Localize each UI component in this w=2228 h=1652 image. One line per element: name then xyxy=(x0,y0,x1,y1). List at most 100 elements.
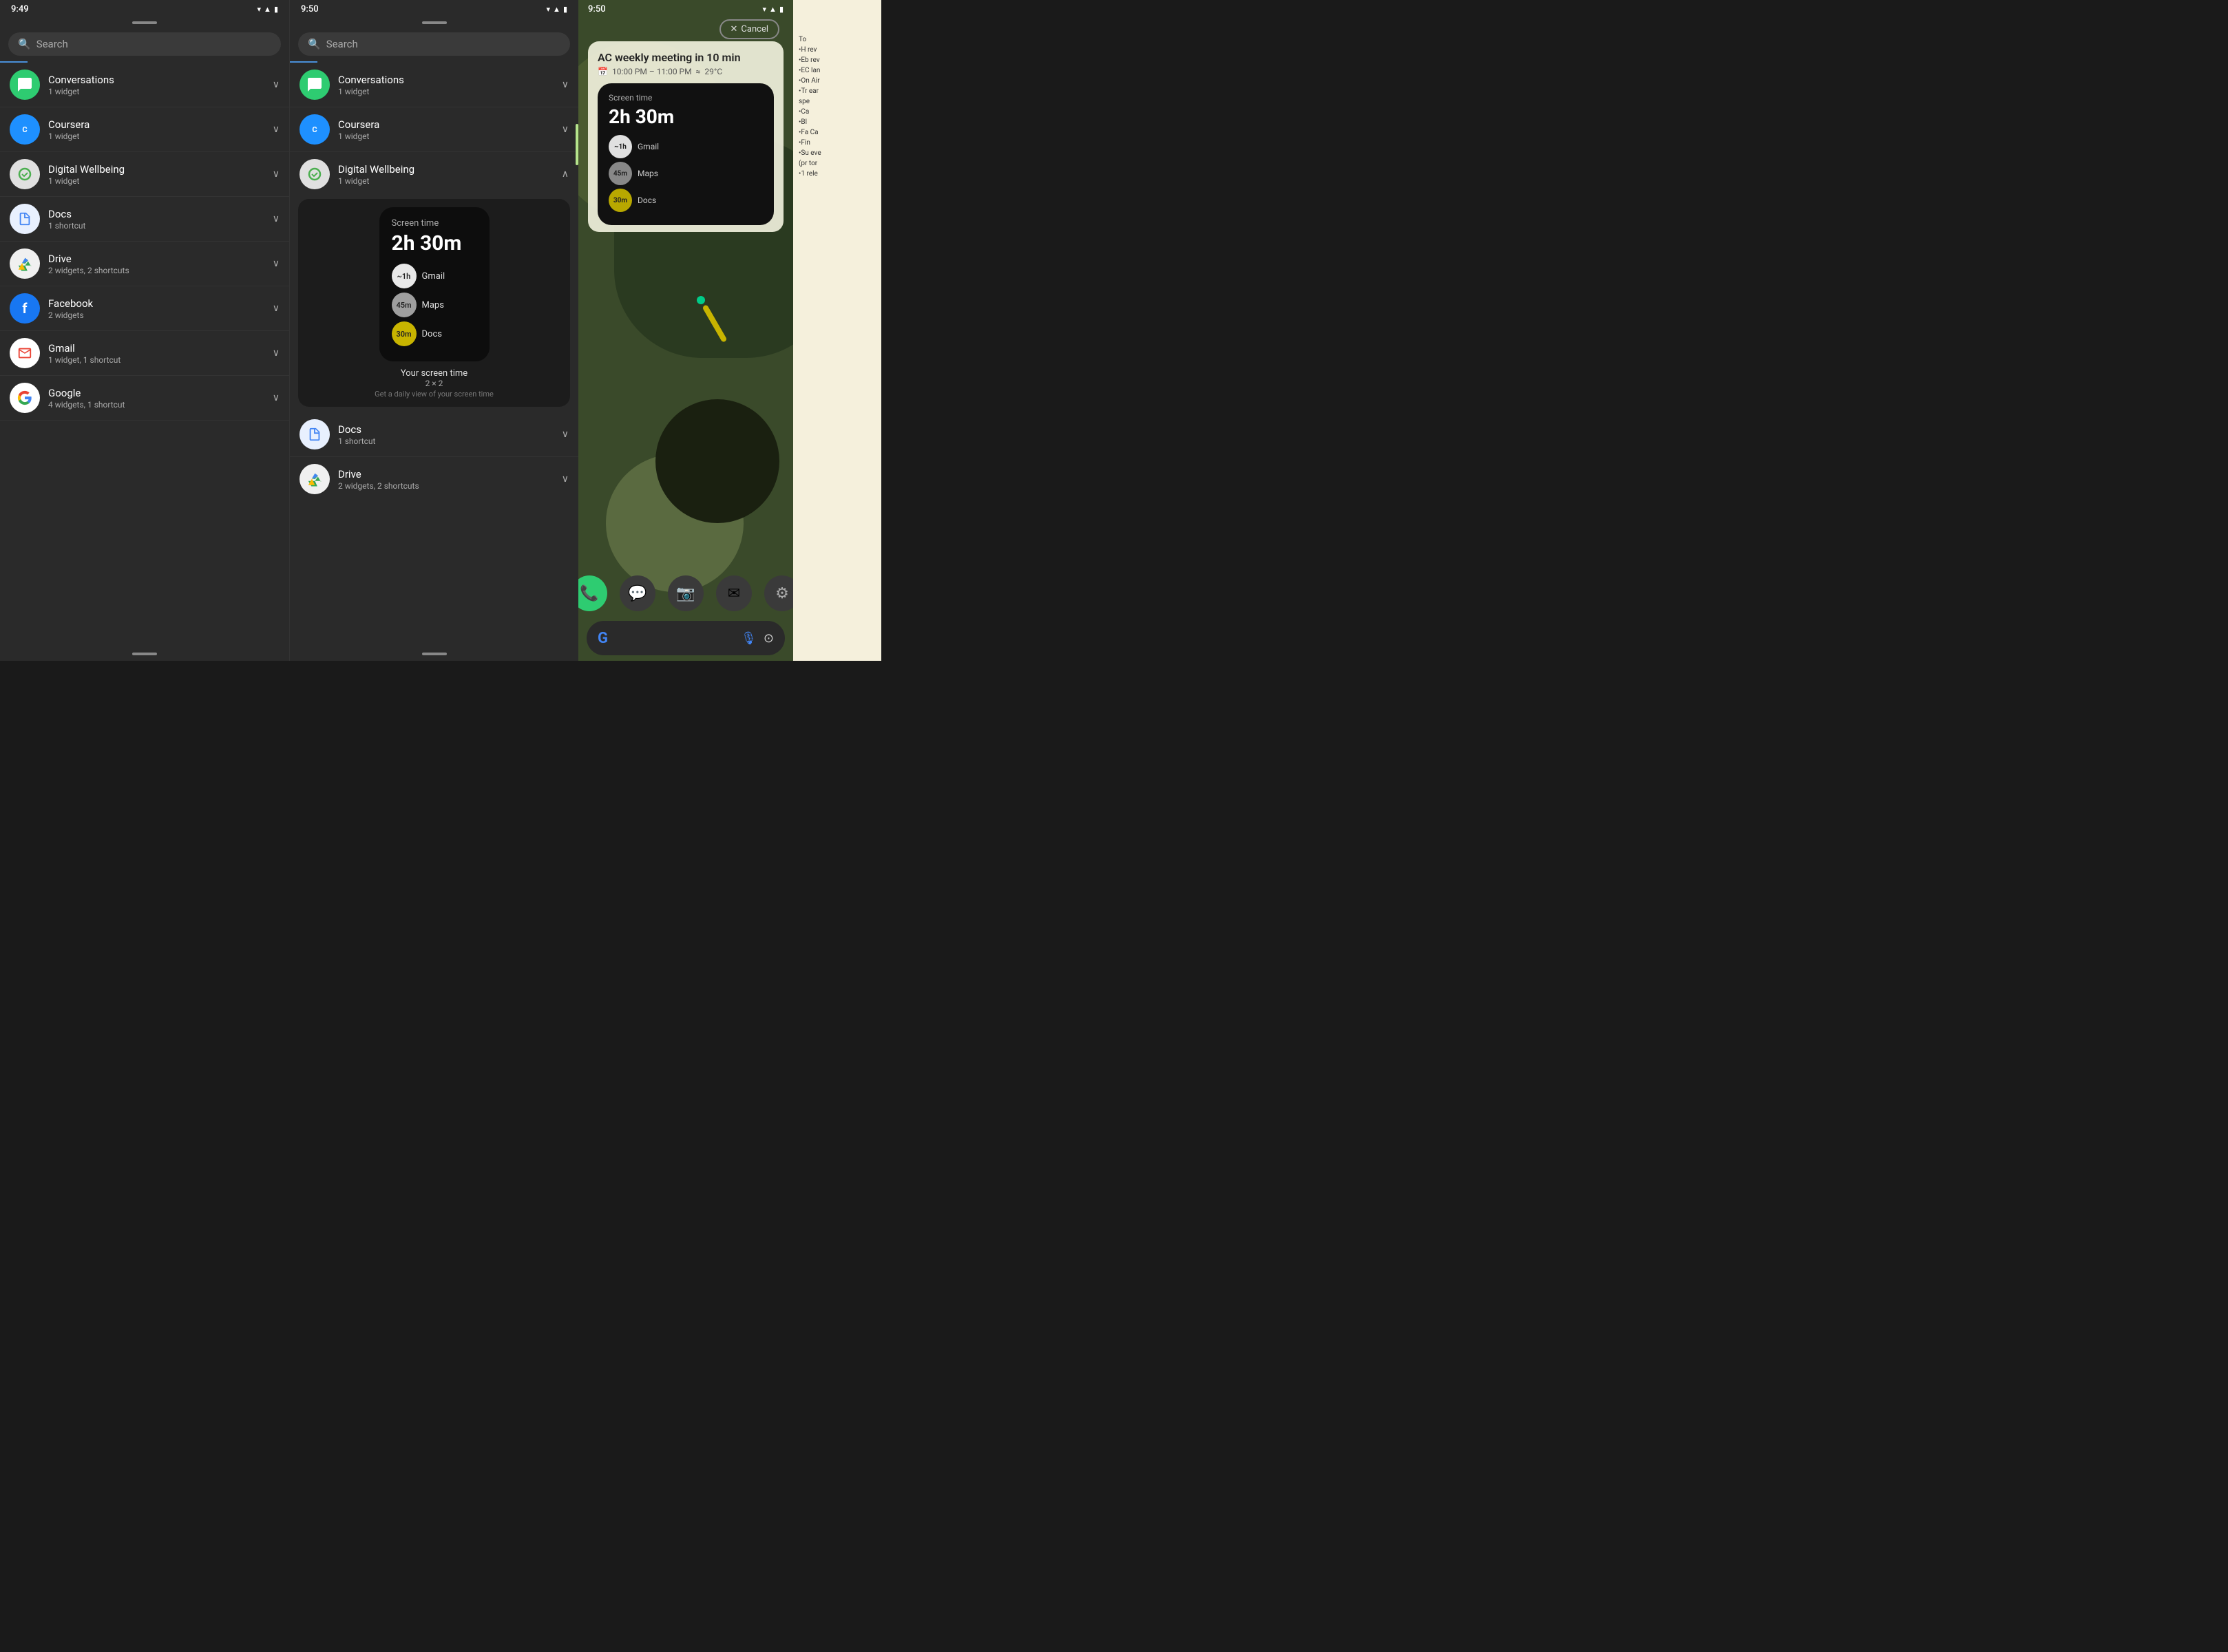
screen-time-value: 2h 30m xyxy=(392,231,477,255)
app-sub-conversations-2: 1 widget xyxy=(338,87,554,96)
time-bubble-docs: 30m xyxy=(392,321,417,346)
drag-indicator-bottom-2 xyxy=(422,653,447,655)
screen-time-label: Screen time xyxy=(392,218,477,229)
p3-name-docs: Docs xyxy=(638,195,656,205)
chevron-icon-coursera-2: ∨ xyxy=(562,124,569,135)
chevron-icon-drive-1: ∨ xyxy=(273,258,280,269)
chevron-up-icon-digitalwellbeing-2: ∧ xyxy=(562,169,569,180)
notes-line-7: spe xyxy=(799,96,876,107)
status-bar-3: 9:50 ▾ ▲ ▮ xyxy=(578,0,793,17)
search-bar-1[interactable]: 🔍 Search xyxy=(8,32,281,56)
notes-line-13: (pr tor xyxy=(799,158,876,169)
list-item-digitalwellbeing-2[interactable]: Digital Wellbeing 1 widget ∧ xyxy=(290,152,578,196)
wifi-icon-2: ▾ xyxy=(547,5,551,14)
chevron-icon-google-1: ∨ xyxy=(273,392,280,403)
notes-content: To •H rev •Eb rev •EC lan •On Air •Tr ea… xyxy=(793,0,881,184)
notes-line-11: •Fin xyxy=(799,138,876,148)
app-icon-drive-2 xyxy=(299,464,330,494)
dock-icon-gmail[interactable]: ✉ xyxy=(716,575,752,611)
app-icon-gmail-1 xyxy=(10,338,40,368)
app-list-1: Conversations 1 widget ∨ C Coursera 1 wi… xyxy=(0,63,289,653)
app-name-digitalwellbeing-1: Digital Wellbeing xyxy=(48,163,264,176)
app-icon-coursera-2: C xyxy=(299,114,330,145)
wifi-icon-3: ▾ xyxy=(763,5,767,14)
notes-line-9: •Bl xyxy=(799,117,876,127)
p3-bubble-maps: 45m xyxy=(609,162,632,185)
search-icon-1: 🔍 xyxy=(18,38,31,50)
app-name-conversations-2: Conversations xyxy=(338,74,554,86)
list-item-coursera-2[interactable]: C Coursera 1 widget ∨ xyxy=(290,107,578,152)
search-bar-2[interactable]: 🔍 Search xyxy=(298,32,570,56)
widget-expanded-area: Screen time 2h 30m ~1h Gmail 45m Maps 30… xyxy=(298,199,570,407)
event-card[interactable]: AC weekly meeting in 10 min 📅 10:00 PM –… xyxy=(588,41,784,232)
app-info-facebook-1: Facebook 2 widgets xyxy=(48,297,264,320)
app-info-drive-2: Drive 2 widgets, 2 shortcuts xyxy=(338,468,554,491)
app-sub-google-1: 4 widgets, 1 shortcut xyxy=(48,400,264,410)
app-info-conversations-1: Conversations 1 widget xyxy=(48,74,264,96)
app-time-row-gmail: ~1h Gmail xyxy=(392,264,477,288)
app-time-name-maps: Maps xyxy=(422,300,444,310)
mic-icon[interactable]: 🎙 xyxy=(741,631,757,646)
widget-desc-sub: Get a daily view of your screen time xyxy=(375,390,494,399)
drag-indicator-1[interactable] xyxy=(132,21,157,24)
cancel-label: Cancel xyxy=(741,24,768,34)
p3-app-row-maps: 45m Maps xyxy=(609,162,763,185)
app-name-conversations-1: Conversations xyxy=(48,74,264,86)
event-title: AC weekly meeting in 10 min xyxy=(598,51,774,64)
p3-bubble-docs: 30m xyxy=(609,189,632,212)
app-sub-docs-1: 1 shortcut xyxy=(48,221,264,231)
list-item-gmail-1[interactable]: Gmail 1 widget, 1 shortcut ∨ xyxy=(0,331,289,376)
app-icon-conversations-2 xyxy=(299,70,330,100)
app-icon-digitalwellbeing-1 xyxy=(10,159,40,189)
signal-icon: ▲ xyxy=(264,5,271,14)
app-time-name-gmail: Gmail xyxy=(422,271,445,282)
time-bubble-maps: 45m xyxy=(392,293,417,317)
app-name-drive-1: Drive xyxy=(48,253,264,265)
notes-line-3: •Eb rev xyxy=(799,55,876,65)
battery-icon-3: ▮ xyxy=(779,5,784,14)
chevron-icon-gmail-1: ∨ xyxy=(273,348,280,359)
screen-time-label-p3: Screen time xyxy=(609,93,763,103)
dock-icon-phone[interactable]: 📞 xyxy=(578,575,607,611)
app-sub-coursera-2: 1 widget xyxy=(338,131,554,141)
app-name-gmail-1: Gmail xyxy=(48,342,264,354)
google-search-bar[interactable]: G 🎙 ⊙ xyxy=(587,621,785,655)
lens-icon[interactable]: ⊙ xyxy=(764,631,774,646)
dock-icon-camera[interactable]: 📷 xyxy=(668,575,704,611)
dock-icon-more[interactable]: ⚙ xyxy=(764,575,793,611)
p3-app-row-gmail: ~1h Gmail xyxy=(609,135,763,158)
list-item-digitalwellbeing-1[interactable]: Digital Wellbeing 1 widget ∨ xyxy=(0,152,289,197)
screen-time-widget-card[interactable]: Screen time 2h 30m ~1h Gmail 45m Maps 30… xyxy=(379,207,490,361)
list-item-drive-2[interactable]: Drive 2 widgets, 2 shortcuts ∨ xyxy=(290,457,578,501)
time-3: 9:50 xyxy=(588,4,606,14)
app-info-digitalwellbeing-2: Digital Wellbeing 1 widget xyxy=(338,163,554,186)
notes-line-10: •Fa Ca xyxy=(799,127,876,138)
panel-4-notes: To •H rev •Eb rev •EC lan •On Air •Tr ea… xyxy=(793,0,881,661)
time-2: 9:50 xyxy=(301,4,319,14)
app-icon-drive-1 xyxy=(10,248,40,279)
dock-icon-messages[interactable]: 💬 xyxy=(620,575,655,611)
list-item-coursera-1[interactable]: C Coursera 1 widget ∨ xyxy=(0,107,289,152)
app-sub-digitalwellbeing-2: 1 widget xyxy=(338,176,554,186)
app-icon-docs-2 xyxy=(299,419,330,449)
app-info-docs-1: Docs 1 shortcut xyxy=(48,208,264,231)
chevron-icon-conversations-2: ∨ xyxy=(562,79,569,90)
panel-2: 9:50 ▾ ▲ ▮ 🔍 Search Conversations 1 widg… xyxy=(289,0,578,661)
list-item-docs-1[interactable]: Docs 1 shortcut ∨ xyxy=(0,197,289,242)
status-icons-3: ▾ ▲ ▮ xyxy=(763,4,784,14)
cancel-button[interactable]: ✕ Cancel xyxy=(719,19,779,39)
calendar-icon: 📅 xyxy=(598,67,608,76)
list-item-drive-1[interactable]: Drive 2 widgets, 2 shortcuts ∨ xyxy=(0,242,289,286)
search-label-2: Search xyxy=(326,38,358,50)
chevron-icon-digitalwellbeing-1: ∨ xyxy=(273,169,280,180)
list-item-google-1[interactable]: Google 4 widgets, 1 shortcut ∨ xyxy=(0,376,289,421)
app-sub-conversations-1: 1 widget xyxy=(48,87,264,96)
list-item-conversations-2[interactable]: Conversations 1 widget ∨ xyxy=(290,63,578,107)
list-item-facebook-1[interactable]: f Facebook 2 widgets ∨ xyxy=(0,286,289,331)
signal-icon-2: ▲ xyxy=(553,5,560,14)
list-item-conversations-1[interactable]: Conversations 1 widget ∨ xyxy=(0,63,289,107)
status-icons-2: ▾ ▲ ▮ xyxy=(547,5,567,14)
list-item-docs-2[interactable]: Docs 1 shortcut ∨ xyxy=(290,412,578,457)
drag-indicator-2[interactable] xyxy=(422,21,447,24)
wallpaper-dot xyxy=(697,296,705,304)
